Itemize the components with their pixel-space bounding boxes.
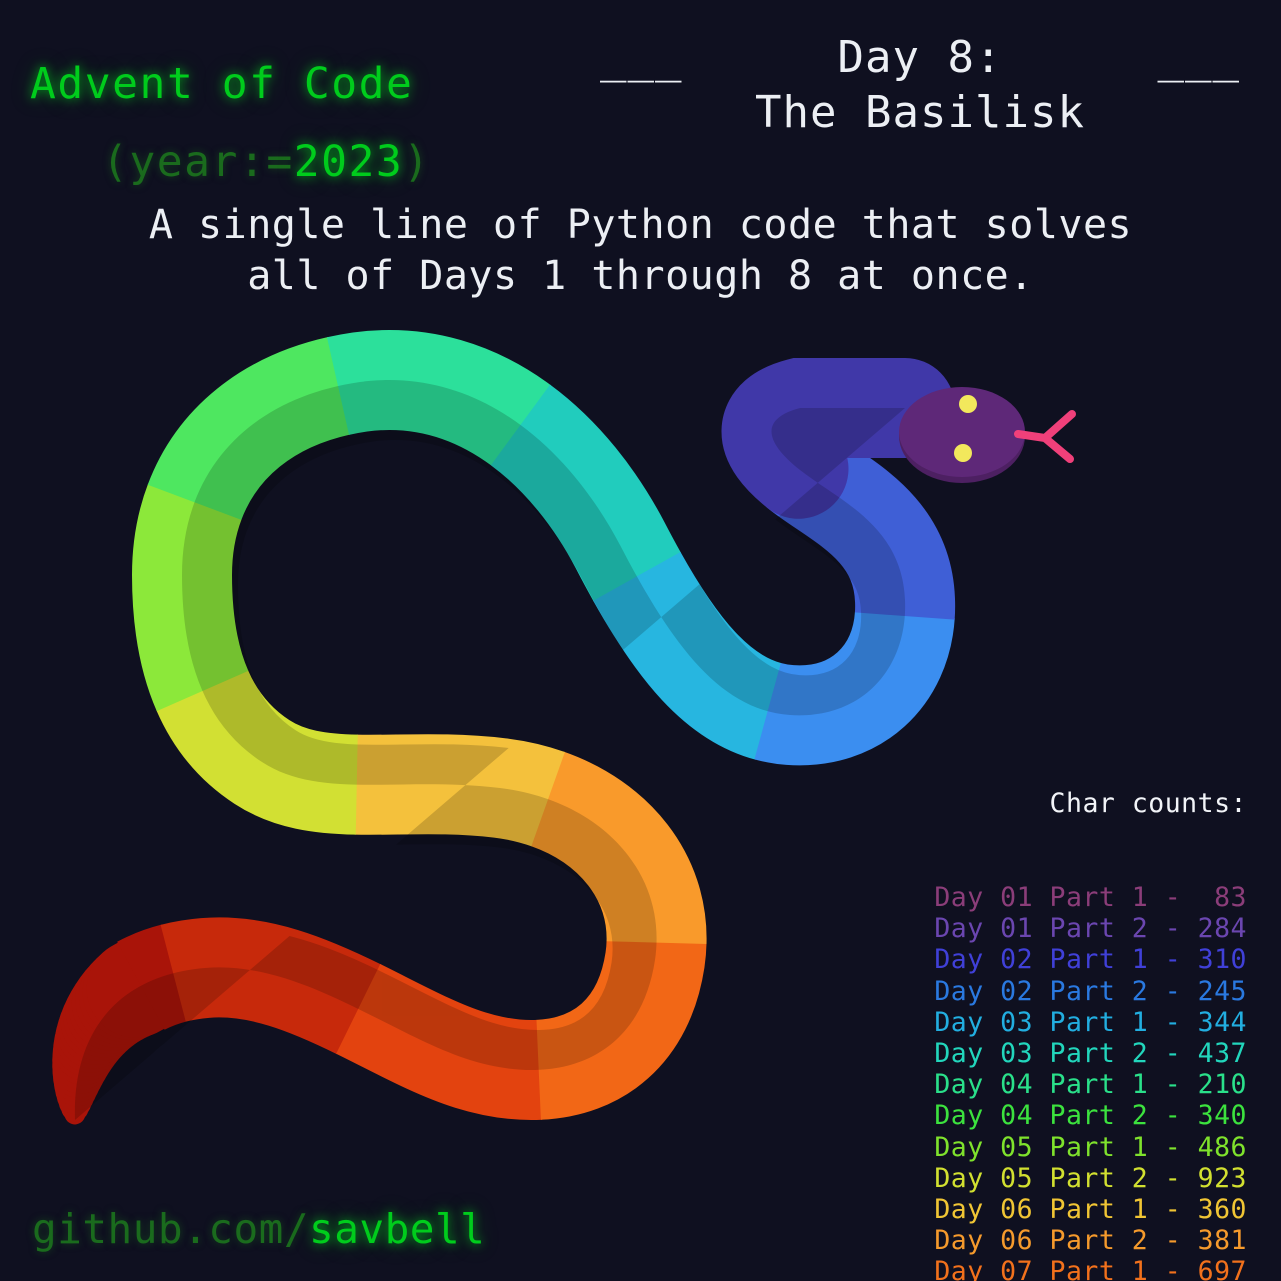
char-count-label: Day 02 Part 2 - — [934, 975, 1198, 1007]
char-count-row: Day 05 Part 2 - 923 — [934, 1163, 1247, 1194]
char-count-label: Day 05 Part 2 - — [934, 1162, 1198, 1194]
snake-head — [899, 387, 1076, 483]
char-count-value: 340 — [1197, 1100, 1247, 1132]
char-count-label: Day 05 Part 1 - — [934, 1131, 1198, 1163]
char-count-value: 437 — [1197, 1038, 1247, 1070]
char-counts-header: Char counts: — [1049, 788, 1247, 820]
char-count-label: Day 01 Part 2 - — [934, 913, 1198, 945]
char-count-row: Day 04 Part 1 - 210 — [934, 1069, 1247, 1100]
char-count-value: 923 — [1197, 1162, 1247, 1194]
char-count-row: Day 07 Part 1 - 697 — [934, 1256, 1247, 1281]
char-count-value: 245 — [1197, 975, 1247, 1007]
char-count-label: Day 06 Part 1 - — [934, 1194, 1198, 1226]
char-counts-panel: Char counts: Day 01 Part 1 - 83 Day 01 Pa… — [934, 726, 1247, 1281]
char-count-row: Day 05 Part 1 - 486 — [934, 1132, 1247, 1163]
char-count-value: 210 — [1197, 1069, 1247, 1101]
eye-top — [959, 395, 977, 413]
github-prefix: github.com/ — [32, 1205, 310, 1253]
char-count-label: Day 04 Part 2 - — [934, 1100, 1198, 1132]
char-count-label: Day 04 Part 1 - — [934, 1069, 1198, 1101]
char-count-value: 83 — [1197, 882, 1247, 914]
github-username: savbell — [309, 1205, 486, 1253]
char-count-label: Day 06 Part 2 - — [934, 1225, 1198, 1257]
char-count-label: Day 07 Part 1 - — [934, 1256, 1198, 1281]
char-count-label: Day 03 Part 1 - — [934, 1006, 1198, 1038]
char-counts-rows: Day 01 Part 1 - 83 Day 01 Part 2 - 284 Day… — [934, 882, 1247, 1281]
eye-bottom — [954, 444, 972, 462]
char-count-row: Day 06 Part 1 - 360 — [934, 1194, 1247, 1225]
char-count-row: Day 02 Part 2 - 245 — [934, 976, 1247, 1007]
char-count-label: Day 01 Part 1 - — [934, 882, 1198, 914]
char-count-row: Day 01 Part 1 - 83 — [934, 882, 1247, 913]
char-count-label: Day 03 Part 2 - — [934, 1038, 1198, 1070]
snake-body — [24, 330, 956, 1170]
char-count-row: Day 06 Part 2 - 381 — [934, 1225, 1247, 1256]
char-count-value: 486 — [1197, 1131, 1247, 1163]
char-count-row: Day 03 Part 2 - 437 — [934, 1038, 1247, 1069]
tongue-icon — [1014, 410, 1076, 463]
char-count-value: 381 — [1197, 1225, 1247, 1257]
char-count-value: 360 — [1197, 1194, 1247, 1226]
char-count-label: Day 02 Part 1 - — [934, 944, 1198, 976]
char-count-value: 697 — [1197, 1256, 1247, 1281]
poster-canvas: Advent of Code (year:=2023) ___ Day 8: _… — [0, 0, 1281, 1281]
char-count-row: Day 02 Part 1 - 310 — [934, 944, 1247, 975]
char-count-value: 344 — [1197, 1006, 1247, 1038]
char-count-row: Day 03 Part 1 - 344 — [934, 1007, 1247, 1038]
github-footer[interactable]: github.com/savbell — [32, 1205, 485, 1253]
char-count-row: Day 04 Part 2 - 340 — [934, 1100, 1247, 1131]
char-count-value: 284 — [1197, 913, 1247, 945]
char-count-row: Day 01 Part 2 - 284 — [934, 913, 1247, 944]
char-count-value: 310 — [1197, 944, 1247, 976]
